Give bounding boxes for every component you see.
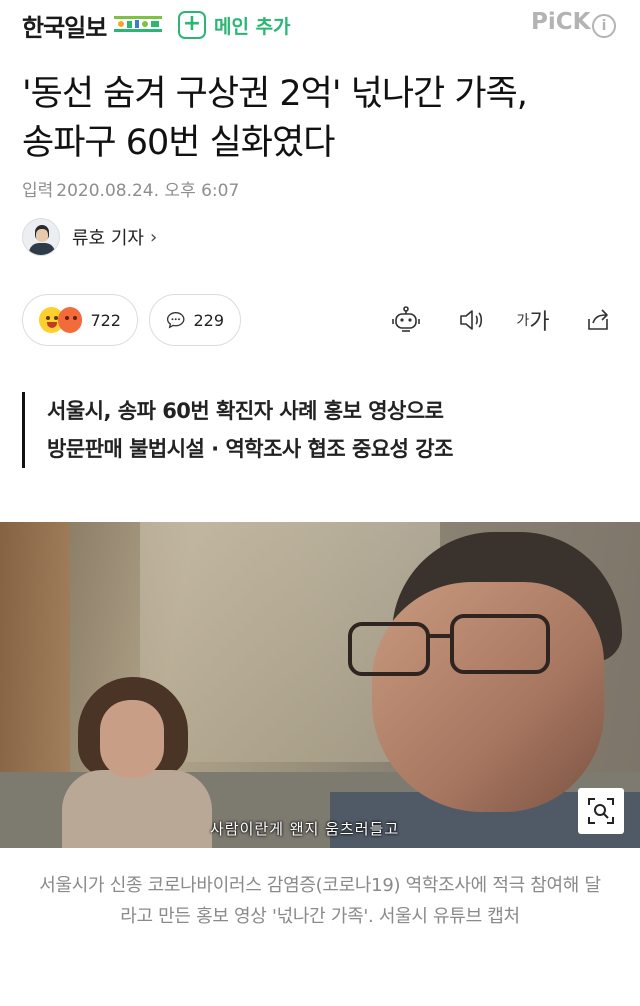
- info-icon[interactable]: i: [592, 14, 616, 38]
- chevron-right-icon: ›: [149, 226, 158, 248]
- reporter-link[interactable]: 류호 기자 ›: [22, 217, 157, 257]
- font-size-button[interactable]: 가가: [513, 300, 553, 340]
- add-to-main-button[interactable]: + 메인 추가: [178, 8, 291, 42]
- video-subtitle: 사람이란게 왠지 움츠러들고: [210, 820, 400, 838]
- reaction-button[interactable]: 722: [22, 294, 138, 346]
- summary-line2: 방문판매 불법시설 · 역학조사 협조 중요성 강조: [47, 437, 453, 461]
- font-size-small-label: 가: [516, 313, 530, 329]
- avatar: [22, 218, 60, 256]
- brand-logo[interactable]: 한국일보: [22, 8, 107, 43]
- summary-line1: 서울시, 송파 60번 확진자 사례 홍보 영상으로: [47, 399, 444, 423]
- speaker-button[interactable]: [450, 300, 490, 340]
- date-label: 입력: [22, 181, 54, 201]
- speaker-icon: [460, 310, 483, 330]
- robot-icon: [392, 306, 420, 332]
- date-value: 2020.08.24. 오후 6:07: [56, 181, 240, 201]
- top-header: 한국일보 + 메인 추가 PiCK i: [0, 0, 640, 52]
- pick-label[interactable]: PiCK: [531, 9, 590, 35]
- zoom-icon: [588, 798, 614, 824]
- article-title-line1: '동선 숨겨 구상권 2억' 넋나간 가족,: [22, 74, 528, 114]
- comment-icon: [166, 312, 185, 329]
- article-summary: 서울시, 송파 60번 확진자 사례 홍보 영상으로 방문판매 불법시설 · 역…: [22, 392, 622, 468]
- plus-icon: +: [178, 11, 206, 39]
- font-size-large-label: 가: [529, 310, 550, 335]
- article-title: '동선 숨겨 구상권 2억' 넋나간 가족, 송파구 60번 실화였다: [22, 70, 622, 168]
- publish-date: 입력 2020.08.24. 오후 6:07: [22, 176, 242, 201]
- angry-emoji-icon: [57, 307, 83, 333]
- add-main-label: 메인 추가: [214, 15, 291, 38]
- share-button[interactable]: [578, 300, 618, 340]
- reporter-name: 류호 기자: [72, 228, 144, 249]
- comment-button[interactable]: 229: [149, 294, 241, 346]
- share-icon: [588, 309, 608, 330]
- reaction-count: 722: [90, 310, 121, 330]
- zoom-button[interactable]: [578, 788, 624, 834]
- photo-caption: 서울시가 신종 코로나바이러스 감염증(코로나19) 역학조사에 적극 참여해 …: [39, 875, 601, 927]
- brand-emblem-icon: [113, 13, 163, 35]
- tts-robot-button[interactable]: [386, 300, 426, 340]
- article-title-line2: 송파구 60번 실화였다: [22, 123, 335, 163]
- article-photo[interactable]: 사람이란게 왠지 움츠러들고: [0, 522, 640, 848]
- comment-count: 229: [193, 310, 224, 330]
